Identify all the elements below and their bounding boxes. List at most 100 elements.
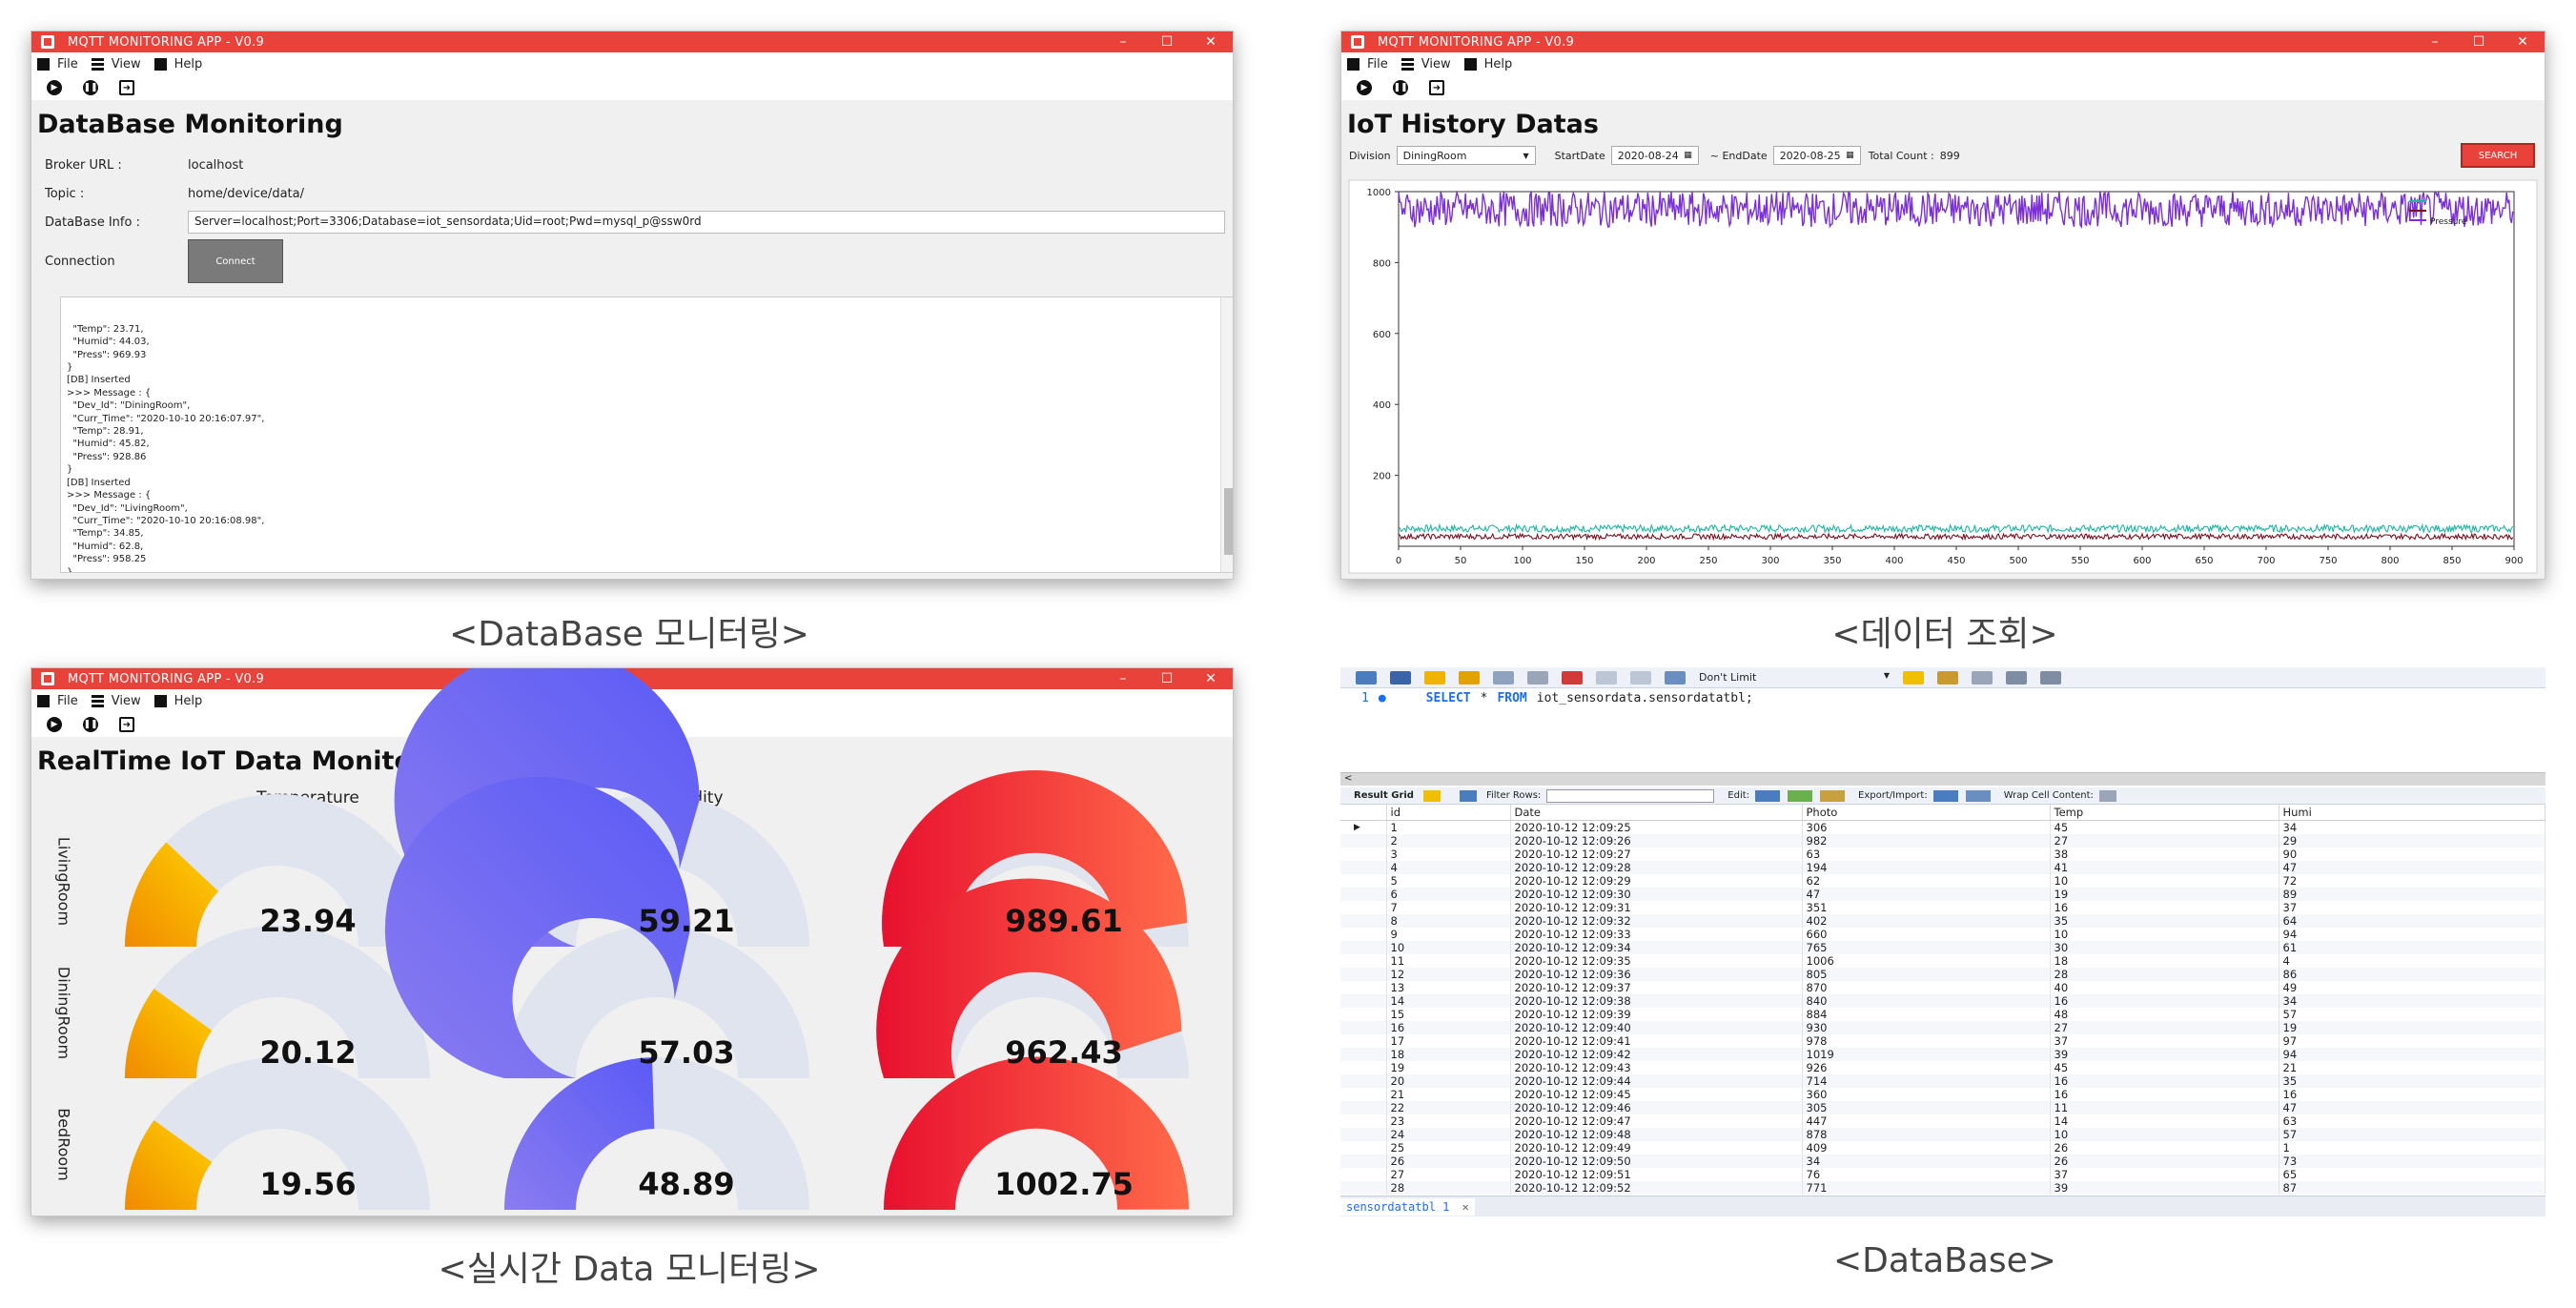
cell-id[interactable]: 14: [1386, 993, 1511, 1008]
wrap-cell-icon[interactable]: [2098, 789, 2116, 802]
import-icon[interactable]: [1965, 789, 1991, 802]
cell-id[interactable]: 23: [1386, 1114, 1511, 1128]
cell-photo[interactable]: 305: [1802, 1100, 2051, 1114]
cell-photo[interactable]: 351: [1802, 900, 2051, 914]
cell-id[interactable]: 24: [1386, 1127, 1511, 1141]
cell-temp[interactable]: 39: [2050, 1047, 2280, 1061]
cell-photo[interactable]: 870: [1802, 980, 2051, 994]
cell-date[interactable]: 2020-10-12 12:09:31: [1510, 900, 1803, 914]
cell-photo[interactable]: 1006: [1802, 953, 2051, 968]
find-icon[interactable]: [1972, 670, 1993, 685]
table-row[interactable]: 7 2020-10-12 12:09:31 351 16 37: [1340, 900, 2545, 914]
exit-button[interactable]: ➜: [119, 717, 134, 732]
cell-date[interactable]: 2020-10-12 12:09:32: [1510, 913, 1803, 928]
cell-date[interactable]: 2020-10-12 12:09:41: [1510, 1033, 1803, 1048]
end-date-picker[interactable]: 2020-08-25 ▦: [1772, 146, 1861, 165]
row-marker[interactable]: [1340, 1167, 1387, 1181]
cell-date[interactable]: 2020-10-12 12:09:44: [1510, 1073, 1803, 1088]
cell-temp[interactable]: 48: [2050, 1007, 2280, 1021]
cell-photo[interactable]: 402: [1802, 913, 2051, 928]
cell-temp[interactable]: 39: [2050, 1180, 2280, 1195]
maximize-button[interactable]: ☐: [2457, 34, 2501, 50]
editor-blank[interactable]: [1340, 707, 2545, 772]
cell-id[interactable]: 22: [1386, 1100, 1511, 1114]
cell-temp[interactable]: 14: [2050, 1114, 2280, 1128]
cell-id[interactable]: 13: [1386, 980, 1511, 994]
row-marker[interactable]: [1340, 1073, 1387, 1088]
cell-temp[interactable]: 18: [2050, 953, 2280, 968]
minimize-button[interactable]: –: [1101, 671, 1145, 686]
cell-temp[interactable]: 35: [2050, 913, 2280, 928]
cell-temp[interactable]: 41: [2050, 860, 2280, 874]
cell-photo[interactable]: 409: [1802, 1140, 2051, 1155]
cell-date[interactable]: 2020-10-12 12:09:46: [1510, 1100, 1803, 1114]
pause-button[interactable]: ❚❚: [83, 80, 98, 95]
explain-icon[interactable]: [1493, 670, 1514, 685]
cell-humi[interactable]: 63: [2279, 1114, 2545, 1128]
cell-date[interactable]: 2020-10-12 12:09:51: [1510, 1167, 1803, 1181]
table-row[interactable]: 12 2020-10-12 12:09:36 805 28 86: [1340, 967, 2545, 981]
log-textarea[interactable]: "Temp": 23.71, "Humid": 44.03, "Press": …: [60, 296, 1233, 573]
row-marker[interactable]: [1340, 980, 1387, 994]
exit-button[interactable]: ➜: [119, 80, 134, 95]
delete-row-icon[interactable]: [1820, 789, 1846, 802]
minimize-button[interactable]: –: [2413, 34, 2457, 50]
row-marker[interactable]: [1340, 1127, 1387, 1141]
cell-photo[interactable]: 34: [1802, 1154, 2051, 1168]
cell-date[interactable]: 2020-10-12 12:09:49: [1510, 1140, 1803, 1155]
cell-photo[interactable]: 63: [1802, 847, 2051, 861]
table-row[interactable]: 22 2020-10-12 12:09:46 305 11 47: [1340, 1100, 2545, 1114]
result-tab[interactable]: sensordatatbl 1 ✕: [1340, 1197, 1475, 1216]
toggle-error-icon[interactable]: [1562, 670, 1583, 685]
menu-help[interactable]: Help: [153, 57, 202, 72]
cell-humi[interactable]: 90: [2279, 847, 2545, 861]
cell-id[interactable]: 1: [1386, 820, 1511, 834]
invisible-chars-icon[interactable]: [2006, 670, 2027, 685]
row-marker[interactable]: ▶: [1340, 820, 1387, 834]
play-button[interactable]: ▶: [47, 717, 62, 732]
save-icon[interactable]: [1390, 670, 1411, 685]
cell-date[interactable]: 2020-10-12 12:09:35: [1510, 953, 1803, 968]
cell-photo[interactable]: 360: [1802, 1087, 2051, 1101]
cell-photo[interactable]: 306: [1802, 820, 2051, 834]
table-row[interactable]: 3 2020-10-12 12:09:27 63 38 90: [1340, 847, 2545, 861]
col-header-temp[interactable]: Temp: [2050, 805, 2280, 821]
row-marker[interactable]: [1340, 847, 1387, 861]
cell-temp[interactable]: 27: [2050, 1020, 2280, 1034]
minimize-button[interactable]: –: [1101, 34, 1145, 50]
cell-temp[interactable]: 45: [2050, 1060, 2280, 1074]
table-row[interactable]: 16 2020-10-12 12:09:40 930 27 19: [1340, 1020, 2545, 1034]
cell-photo[interactable]: 447: [1802, 1114, 2051, 1128]
cell-temp[interactable]: 11: [2050, 1100, 2280, 1114]
menu-file[interactable]: File: [37, 694, 78, 708]
cell-humi[interactable]: 35: [2279, 1073, 2545, 1088]
table-row[interactable]: 25 2020-10-12 12:09:49 409 26 1: [1340, 1140, 2545, 1155]
cell-id[interactable]: 26: [1386, 1154, 1511, 1168]
exit-button[interactable]: ➜: [1429, 80, 1444, 95]
row-marker[interactable]: [1340, 1033, 1387, 1048]
cell-photo[interactable]: 771: [1802, 1180, 2051, 1195]
row-marker[interactable]: [1340, 1180, 1387, 1195]
table-row[interactable]: 8 2020-10-12 12:09:32 402 35 64: [1340, 913, 2545, 928]
table-row[interactable]: ▶ 1 2020-10-12 12:09:25 306 45 34: [1340, 820, 2545, 834]
cell-photo[interactable]: 47: [1802, 887, 2051, 901]
row-marker[interactable]: [1340, 900, 1387, 914]
cell-date[interactable]: 2020-10-12 12:09:33: [1510, 927, 1803, 941]
cell-humi[interactable]: 34: [2279, 820, 2545, 834]
cell-date[interactable]: 2020-10-12 12:09:47: [1510, 1114, 1803, 1128]
row-marker[interactable]: [1340, 913, 1387, 928]
menu-view[interactable]: View: [91, 57, 141, 72]
cell-temp[interactable]: 26: [2050, 1140, 2280, 1155]
cell-photo[interactable]: 982: [1802, 833, 2051, 848]
cell-id[interactable]: 28: [1386, 1180, 1511, 1195]
row-marker[interactable]: [1340, 873, 1387, 888]
table-row[interactable]: 23 2020-10-12 12:09:47 447 14 63: [1340, 1114, 2545, 1128]
commit-icon[interactable]: [1596, 670, 1617, 685]
add-row-icon[interactable]: [1788, 789, 1813, 802]
cell-id[interactable]: 16: [1386, 1020, 1511, 1034]
cell-temp[interactable]: 19: [2050, 887, 2280, 901]
table-row[interactable]: 2 2020-10-12 12:09:26 982 27 29: [1340, 833, 2545, 848]
cell-temp[interactable]: 10: [2050, 927, 2280, 941]
cell-photo[interactable]: 884: [1802, 1007, 2051, 1021]
row-marker[interactable]: [1340, 1087, 1387, 1101]
